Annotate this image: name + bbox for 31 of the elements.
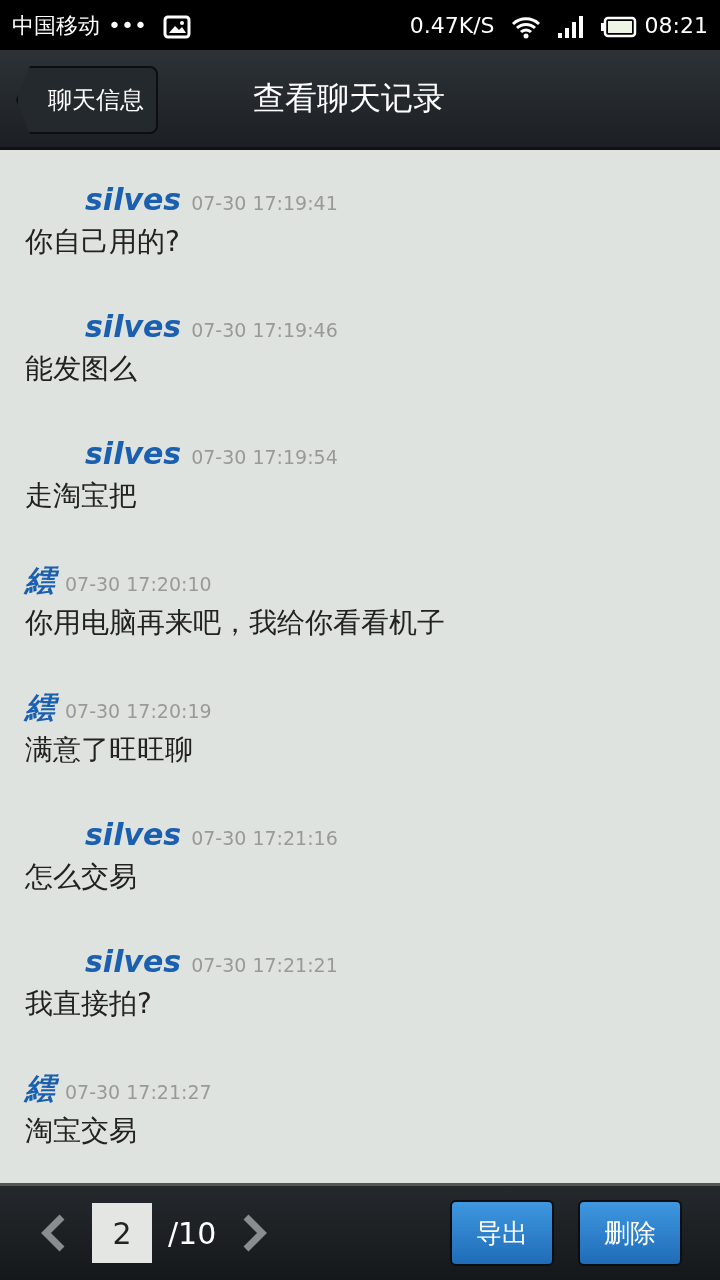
page-total: /10 <box>168 1214 217 1253</box>
notification-dots: ••• <box>108 11 147 40</box>
network-speed: 0.47K/S <box>409 11 495 40</box>
message-text: 能发图么 <box>25 351 138 387</box>
delete-button[interactable]: 删除 <box>578 1200 682 1266</box>
sender-name: silves <box>85 943 182 981</box>
message-time: 07-30 17:19:46 <box>191 318 338 343</box>
sender-name: silves <box>85 308 182 346</box>
back-button[interactable]: 聊天信息 <box>16 66 158 134</box>
page-field[interactable]: 2 <box>92 1203 152 1263</box>
message-text: 我直接拍? <box>25 986 153 1022</box>
message-time: 07-30 17:21:16 <box>191 826 338 851</box>
message-text: 走淘宝把 <box>25 478 138 514</box>
sender-name: silves <box>85 435 182 473</box>
export-button[interactable]: 导出 <box>450 1200 554 1266</box>
message-time: 07-30 17:21:27 <box>65 1080 212 1105</box>
carrier-name: 中国移动 <box>12 11 100 40</box>
message-text: 满意了旺旺聊 <box>25 732 194 768</box>
message-time: 07-30 17:19:41 <box>191 191 338 216</box>
screen-title: 查看聊天记录 <box>253 78 445 119</box>
message-time: 07-30 17:20:19 <box>65 699 212 724</box>
message-time: 07-30 17:20:10 <box>65 572 212 597</box>
sender-name: silves <box>85 181 182 219</box>
message-text: 你自己用的? <box>25 224 181 260</box>
message-text: 你用电脑再来吧，我给你看看机子 <box>25 605 446 641</box>
sender-name: silves <box>85 816 182 854</box>
message-time: 07-30 17:21:21 <box>191 953 338 978</box>
message-time: 07-30 17:19:54 <box>191 445 338 470</box>
message-text: 怎么交易 <box>25 859 138 895</box>
message-text: 淘宝交易 <box>25 1113 138 1149</box>
clock: 08:21 <box>644 11 708 40</box>
